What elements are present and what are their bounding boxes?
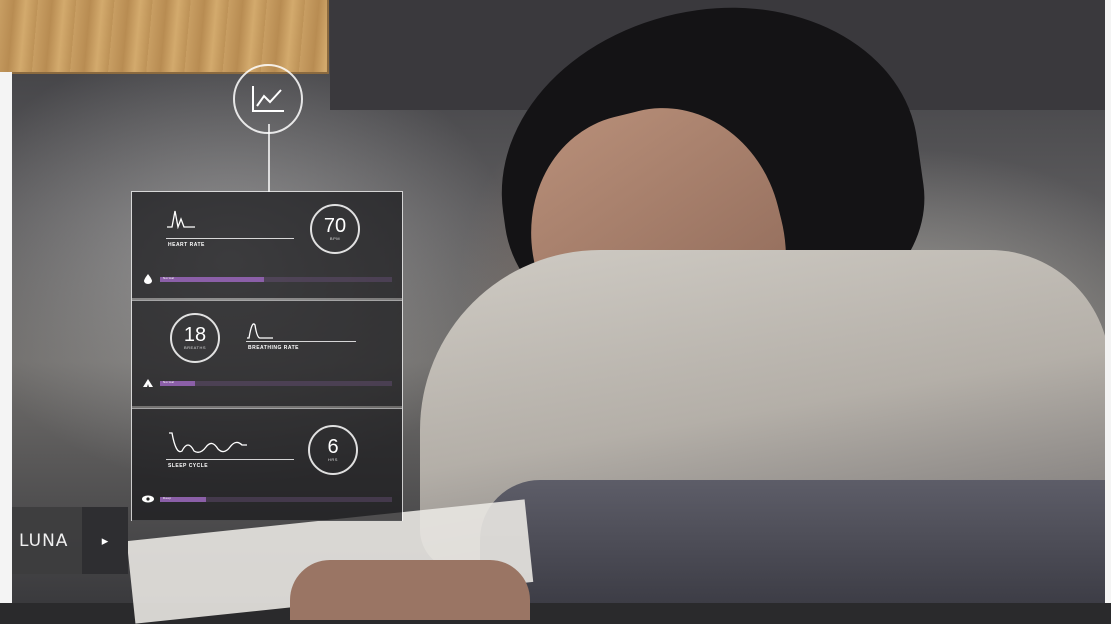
breathing-rate-value: 18 BREATHS [170,313,220,363]
heart-rate-graph-icon [167,210,195,229]
brand-logo-text: LUNA [19,530,69,551]
breathing-rate-status: Normal [142,373,392,393]
breathing-rate-card[interactable]: 18 BREATHS BREATHING RATE Normal [132,300,402,406]
heart-rate-status: Normal [142,269,392,289]
heart-rate-level [160,276,265,282]
chevron-right-icon: ▸ [101,532,109,548]
heart-rate-label: HEART RATE [168,242,205,248]
next-button[interactable]: ▸ [82,507,128,574]
breathing-rate-label: BREATHING RATE [248,345,299,351]
sleep-cycle-status: Deep [142,489,392,509]
wood-texture-inset [0,0,329,74]
drop-icon [142,273,154,285]
breathing-wave-graph-icon [247,323,273,339]
heart-rate-card[interactable]: HEART RATE 70 BPM Normal [132,192,402,298]
luna-brand-bar: LUNA ▸ [12,507,128,574]
sleep-metrics-panel: HEART RATE 70 BPM Normal 18 BREATHS BREA… [131,191,403,521]
eye-icon [142,493,154,505]
sleep-cycle-label: SLEEP CYCLE [168,463,209,469]
heart-rate-value: 70 BPM [310,204,360,254]
lungs-icon [142,377,154,389]
sleep-cycle-value: 6 HRS [308,425,358,475]
sleep-cycle-card[interactable]: SLEEP CYCLE 6 HRS Deep [132,408,402,521]
connector-line [268,124,270,192]
sleep-cycle-graph-icon [169,432,247,453]
